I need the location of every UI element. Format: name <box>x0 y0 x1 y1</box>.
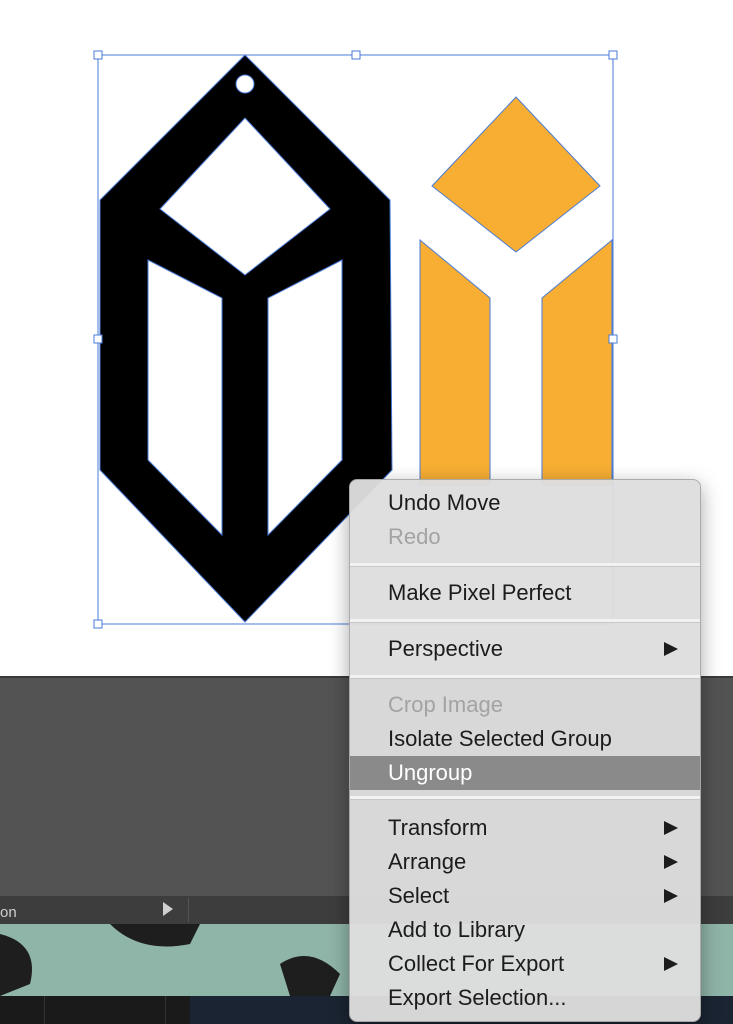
menu-item-label: Select <box>388 883 450 908</box>
resize-handle-top-middle <box>351 50 361 60</box>
menu-item-redo: Redo <box>350 520 700 554</box>
menu-item-label: Transform <box>388 815 488 840</box>
panel-divider <box>188 898 189 922</box>
menu-item-select[interactable]: Select <box>350 879 700 913</box>
menu-item-label: Ungroup <box>388 760 473 785</box>
menu-item-ungroup[interactable]: Ungroup <box>350 756 700 790</box>
menu-separator <box>350 619 700 623</box>
menu-item-undo-move[interactable]: Undo Move <box>350 486 700 520</box>
menu-item-label: Perspective <box>388 636 503 661</box>
menu-item-label: Add to Library <box>388 917 525 942</box>
menu-item-label: Collect For Export <box>388 951 565 976</box>
resize-handle-middle-right <box>608 334 618 344</box>
menu-separator <box>350 675 700 679</box>
orange-crystal-shape[interactable] <box>419 96 613 486</box>
menu-item-collect-for-export[interactable]: Collect For Export <box>350 947 700 981</box>
resize-handle-top-right <box>608 50 618 60</box>
menu-separator <box>350 563 700 567</box>
menu-item-label: Crop Image <box>388 692 503 717</box>
menu-item-arrange[interactable]: Arrange <box>350 845 700 879</box>
panel-expand-arrow-icon[interactable] <box>163 902 173 916</box>
status-bar-segment <box>45 996 166 1024</box>
panel-tab-label: on <box>0 904 17 921</box>
menu-item-label: Make Pixel Perfect <box>388 580 572 605</box>
submenu-arrow-icon <box>664 855 678 869</box>
menu-item-crop-image: Crop Image <box>350 688 700 722</box>
menu-item-label: Export Selection... <box>388 985 567 1010</box>
menu-item-label: Undo Move <box>388 490 501 515</box>
resize-handle-top-left <box>93 50 103 60</box>
menu-item-export-selection[interactable]: Export Selection... <box>350 981 700 1015</box>
menu-item-transform[interactable]: Transform <box>350 811 700 845</box>
resize-handle-bottom-left <box>93 619 103 629</box>
context-menu[interactable]: Undo Move Redo Make Pixel Perfect Perspe… <box>349 479 701 1022</box>
resize-handle-middle-left <box>93 334 103 344</box>
menu-item-make-pixel-perfect[interactable]: Make Pixel Perfect <box>350 576 700 610</box>
submenu-arrow-icon <box>664 821 678 835</box>
menu-item-label: Redo <box>388 524 441 549</box>
menu-separator <box>350 796 700 800</box>
menu-item-isolate-selected-group[interactable]: Isolate Selected Group <box>350 722 700 756</box>
status-bar-segment <box>0 996 45 1024</box>
menu-item-perspective[interactable]: Perspective <box>350 632 700 666</box>
submenu-arrow-icon <box>664 957 678 971</box>
menu-item-label: Isolate Selected Group <box>388 726 612 751</box>
submenu-arrow-icon <box>664 642 678 656</box>
menu-item-add-to-library[interactable]: Add to Library <box>350 913 700 947</box>
submenu-arrow-icon <box>664 889 678 903</box>
menu-item-label: Arrange <box>388 849 467 874</box>
